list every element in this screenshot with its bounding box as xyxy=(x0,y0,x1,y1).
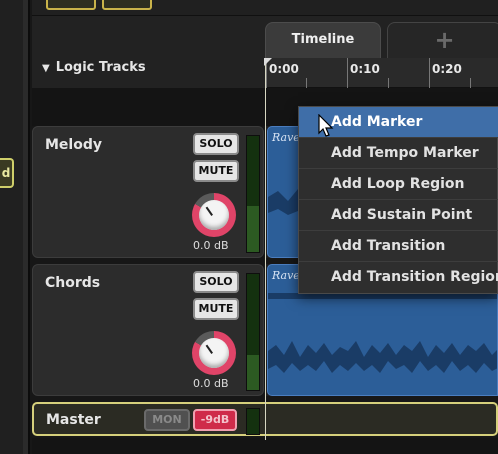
ruler-label: 0:20 xyxy=(432,62,462,76)
mouse-cursor-icon xyxy=(318,114,334,137)
logic-tracks-label: Logic Tracks xyxy=(55,60,146,75)
ruler-tick xyxy=(347,58,348,88)
solo-button[interactable]: SOLO xyxy=(193,271,239,293)
master-volume-button[interactable]: -9dB xyxy=(193,409,237,431)
region-label: Rave xyxy=(272,131,300,144)
volume-knob[interactable] xyxy=(192,331,236,375)
mute-button[interactable]: MUTE xyxy=(193,298,239,320)
waveform xyxy=(268,293,497,373)
top-toolbar xyxy=(32,0,498,16)
level-meter xyxy=(246,135,260,253)
ruler-tick xyxy=(470,78,471,88)
menu-item-add-sustain-point[interactable]: Add Sustain Point xyxy=(299,200,498,231)
volume-value: 0.0 dB xyxy=(193,377,229,390)
menu-item-add-tempo-marker[interactable]: Add Tempo Marker xyxy=(299,138,498,169)
menu-item-add-loop-region[interactable]: Add Loop Region xyxy=(299,169,498,200)
ruler-tick xyxy=(429,58,430,88)
track-chords[interactable]: Chords SOLO MUTE 0.0 dB xyxy=(32,264,264,396)
track-name: Chords xyxy=(45,275,101,291)
triangle-down-icon: ▼ xyxy=(42,63,50,74)
track-melody[interactable]: Melody SOLO MUTE 0.0 dB xyxy=(32,126,264,258)
mute-button[interactable]: MUTE xyxy=(193,160,239,182)
monitor-button[interactable]: MON xyxy=(144,409,190,431)
volume-knob[interactable] xyxy=(192,193,236,237)
ruler-tick xyxy=(388,78,389,88)
ruler-tick xyxy=(306,78,307,88)
level-meter xyxy=(246,273,260,391)
master-name: Master xyxy=(46,412,101,428)
master-level-meter xyxy=(246,408,260,435)
left-panel-tab[interactable]: d xyxy=(0,158,14,188)
solo-button[interactable]: SOLO xyxy=(193,133,239,155)
volume-value: 0.0 dB xyxy=(193,239,229,252)
left-panel xyxy=(0,0,30,454)
ruler-label: 0:00 xyxy=(269,62,299,76)
playhead-line[interactable] xyxy=(265,58,266,440)
bottom-bar xyxy=(32,438,498,454)
logic-tracks-toggle[interactable]: ▼ Logic Tracks xyxy=(42,60,146,75)
toolbar-button[interactable] xyxy=(102,0,152,10)
track-name: Melody xyxy=(45,137,102,153)
ruler-label: 0:10 xyxy=(350,62,380,76)
playhead-handle-icon[interactable] xyxy=(264,58,272,66)
region-label: Rave xyxy=(272,269,300,282)
menu-item-add-transition-region[interactable]: Add Transition Region xyxy=(299,262,498,293)
menu-item-add-transition[interactable]: Add Transition xyxy=(299,231,498,262)
tab-timeline[interactable]: Timeline xyxy=(265,22,381,58)
add-tab-button[interactable]: + xyxy=(387,22,498,58)
toolbar-button[interactable] xyxy=(46,0,96,10)
timeline-ruler[interactable]: 0:00 0:10 0:20 xyxy=(265,58,498,88)
